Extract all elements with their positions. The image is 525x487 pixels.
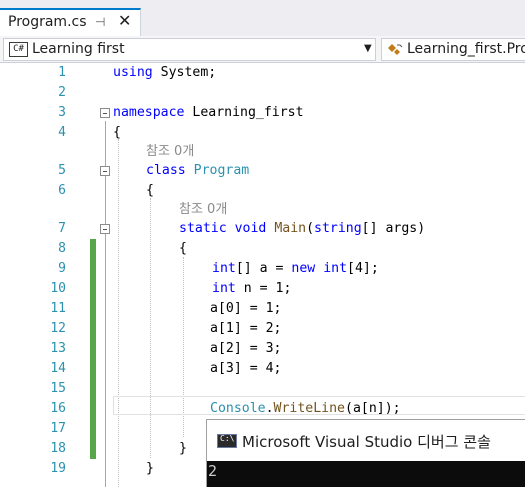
reference-count-class[interactable]: 참조 0개 <box>146 142 194 162</box>
code-text: [] args) <box>361 221 426 236</box>
keyword: int <box>323 261 348 276</box>
console-output-text: 2 <box>208 462 218 480</box>
line-number: 8 <box>58 241 66 256</box>
code-line-19: } <box>146 461 154 476</box>
line-number: 6 <box>58 183 66 198</box>
code-text: n = 1; <box>235 281 292 296</box>
keyword: new <box>291 261 316 276</box>
console-title-bar[interactable]: C:\ Microsoft Visual Studio 디버그 콘솔 <box>207 420 525 461</box>
console-title: Microsoft Visual Studio 디버그 콘솔 <box>242 433 491 451</box>
code-text: { <box>113 125 121 140</box>
method-name: WriteLine <box>273 401 345 416</box>
dropdown-arrow-icon: ▼ <box>364 43 372 54</box>
code-line-14: a[3] = 4; <box>210 361 282 376</box>
close-icon[interactable]: ✕ <box>118 11 131 30</box>
line-number: 10 <box>50 281 66 296</box>
line-number: 5 <box>58 163 66 178</box>
line-number: 4 <box>58 125 66 140</box>
console-app-icon: C:\ <box>217 434 237 448</box>
code-text: { <box>146 183 154 198</box>
code-text: ( <box>306 221 315 236</box>
code-line-6: { <box>146 181 154 201</box>
code-line-16: Console.WriteLine(a[n]); <box>210 399 401 419</box>
type-name: Program <box>193 163 250 178</box>
line-number: 16 <box>50 401 66 416</box>
debug-console-window[interactable]: C:\ Microsoft Visual Studio 디버그 콘솔 2 <box>206 419 525 487</box>
method-name: Main <box>274 221 307 236</box>
line-number: 1 <box>58 65 66 80</box>
tab-program-cs[interactable]: Program.cs ⊣ ✕ <box>0 8 141 36</box>
collapse-class-icon[interactable] <box>100 166 110 176</box>
code-line-11: a[0] = 1; <box>210 301 282 316</box>
line-number: 3 <box>58 105 66 120</box>
keyword: int <box>212 261 236 276</box>
code-text: System; <box>152 65 217 80</box>
code-line-3: namespace Learning_first <box>113 103 304 123</box>
keyword: int <box>212 281 236 296</box>
line-number: 11 <box>50 301 66 316</box>
code-line-9: int[] a = new int[4]; <box>212 259 379 279</box>
reference-count-main[interactable]: 참조 0개 <box>179 200 227 220</box>
navigation-bar: C# Learning first ▼ Learning_first.Progr… <box>0 36 525 63</box>
type-name: Console <box>210 401 266 416</box>
code-text: { <box>179 241 187 256</box>
line-number: 17 <box>50 421 66 436</box>
code-text: (a[n]); <box>345 401 401 416</box>
code-text: [] a = <box>235 261 292 276</box>
console-icon-label: C:\ <box>220 434 235 443</box>
collapse-method-icon[interactable] <box>100 224 110 234</box>
keyword: string <box>314 221 362 236</box>
code-line-8: { <box>179 239 187 259</box>
line-number: 7 <box>58 221 66 236</box>
tab-title: Program.cs <box>8 14 87 30</box>
line-number: 18 <box>50 441 66 456</box>
line-number: 13 <box>50 341 66 356</box>
tab-strip: Program.cs ⊣ ✕ <box>0 0 525 36</box>
line-number: 14 <box>50 361 66 376</box>
csharp-project-icon: C# <box>9 42 28 57</box>
keyword: class <box>146 163 186 178</box>
member-dropdown[interactable]: Learning_first.Program <box>381 38 525 61</box>
console-output-area[interactable]: 2 <box>207 461 525 487</box>
code-line-12: a[1] = 2; <box>210 321 282 336</box>
code-line-18: } <box>179 441 187 456</box>
pin-icon[interactable]: ⊣ <box>95 15 105 29</box>
line-number: 19 <box>50 461 66 476</box>
class-icon <box>388 44 403 55</box>
code-line-10: int n = 1; <box>212 279 291 299</box>
keyword: using <box>113 65 153 80</box>
line-number: 15 <box>50 381 66 396</box>
line-number: 12 <box>50 321 66 336</box>
keyword: static <box>179 221 227 236</box>
code-line-4: { <box>113 123 121 143</box>
member-label: Learning_first.Program <box>407 41 525 57</box>
code-line-7: static void Main(string[] args) <box>179 219 425 239</box>
project-dropdown[interactable]: C# Learning first ▼ <box>3 38 376 61</box>
keyword: namespace <box>113 105 185 120</box>
code-line-5: class Program <box>146 161 249 181</box>
collapse-namespace-icon[interactable] <box>100 108 110 118</box>
code-text: Learning_first <box>184 105 304 120</box>
keyword: void <box>234 221 267 236</box>
code-line-13: a[2] = 3; <box>210 341 282 356</box>
project-label: Learning first <box>32 41 125 57</box>
line-number: 9 <box>58 261 66 276</box>
code-text: [4]; <box>347 261 379 276</box>
line-number: 2 <box>58 85 66 100</box>
code-line-1: using System; <box>113 63 216 83</box>
change-indicator <box>90 239 96 459</box>
code-text: . <box>265 401 274 416</box>
